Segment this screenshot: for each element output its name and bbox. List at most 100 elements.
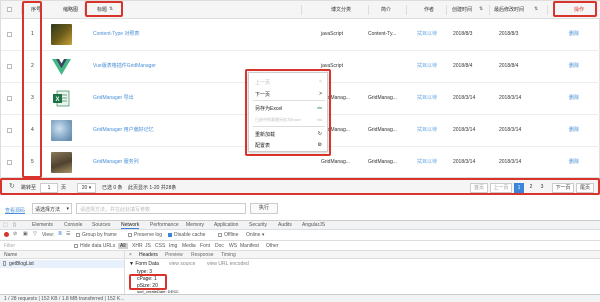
row-checkbox[interactable] <box>7 160 12 165</box>
request-name[interactable]: getBlogList <box>9 261 34 267</box>
form-data-section[interactable]: ▼ Form Data <box>129 261 159 267</box>
tab-memory[interactable]: Memory <box>186 222 204 228</box>
tab-angularjs[interactable]: AngularJS <box>302 222 325 228</box>
hide-urls-label: Hide data URLs <box>80 243 116 249</box>
inspect-icon[interactable]: ⬚ <box>3 222 8 228</box>
request-list: Name getBlogList <box>0 251 125 294</box>
row-checkbox[interactable] <box>7 128 12 133</box>
row-title[interactable]: GridManager 导出 <box>93 95 134 102</box>
record-icon[interactable] <box>4 232 9 237</box>
column-modified: 最后修改时间 <box>494 7 525 13</box>
tab-preview[interactable]: Preview <box>165 252 183 258</box>
tab-application[interactable]: Application <box>214 222 238 228</box>
tab-performance[interactable]: Performance <box>150 222 179 228</box>
context-menu-highlight <box>245 69 331 156</box>
thumbnail-image <box>51 152 72 173</box>
row-author[interactable]: 拭目以待 <box>417 31 437 38</box>
filter-media[interactable]: Media <box>182 243 196 249</box>
row-author[interactable]: 拭目以待 <box>417 127 437 134</box>
form-data-highlight <box>129 274 167 290</box>
list-view-icon[interactable]: ≣ <box>58 231 62 237</box>
view-source-link[interactable]: 查看源码 <box>5 207 25 214</box>
row-title[interactable]: GridManager 用户偏好记忆 <box>93 127 154 134</box>
column-intro: 简介 <box>381 7 392 13</box>
row-category: javaScript <box>321 31 343 37</box>
table-row[interactable]: 1 Content-Type 对照表 javaScript Content-Ty… <box>1 19 600 51</box>
filter-all[interactable]: All <box>118 243 128 249</box>
disable-cache-checkbox[interactable] <box>168 233 172 237</box>
delete-link[interactable]: 删除 <box>569 31 579 38</box>
row-title[interactable]: GridManager 服务列 <box>93 159 139 166</box>
select-all-checkbox[interactable] <box>7 7 12 12</box>
sort-created-icon[interactable]: ⇅ <box>479 6 483 12</box>
excel-thumbnail-image: X <box>51 88 72 109</box>
clear-icon[interactable]: ⊘ <box>13 231 17 237</box>
thumbnail-image <box>51 120 72 141</box>
pagination-highlight <box>0 178 600 195</box>
filter-doc[interactable]: Doc <box>215 243 224 249</box>
row-modified: 2018/3/14 <box>499 95 522 101</box>
tab-sources[interactable]: Sources <box>92 222 110 228</box>
row-author[interactable]: 拭目以待 <box>417 63 437 70</box>
row-title[interactable]: Content-Type 对照表 <box>93 31 139 38</box>
execute-button[interactable]: 执行 <box>250 203 278 214</box>
method-select[interactable]: 请选择方法 ▾ <box>32 203 72 214</box>
device-icon[interactable]: ▯ <box>13 222 16 228</box>
camera-icon[interactable]: ▣ <box>23 231 28 237</box>
row-checkbox[interactable] <box>7 96 12 101</box>
delete-link[interactable]: 删除 <box>569 159 579 166</box>
waterfall-icon[interactable]: ☰ <box>66 231 70 237</box>
svg-text:X: X <box>55 97 59 103</box>
tab-headers[interactable]: Headers <box>139 252 158 258</box>
delete-link[interactable]: 删除 <box>569 95 579 102</box>
params-input[interactable]: 请选择方法，并在此处填写参数 <box>76 203 246 214</box>
delete-link[interactable]: 删除 <box>569 127 579 134</box>
filter-xhr[interactable]: XHR <box>132 243 143 249</box>
view-source-toggle[interactable]: view source <box>169 261 195 267</box>
row-checkbox[interactable] <box>7 32 12 37</box>
hide-urls-checkbox[interactable] <box>74 244 78 248</box>
filter-css[interactable]: CSS <box>155 243 165 249</box>
row-modified: 2018/3/14 <box>499 159 522 165</box>
tab-response[interactable]: Response <box>191 252 214 258</box>
row-modified: 2018/8/4 <box>499 63 519 69</box>
row-author[interactable]: 拭目以待 <box>417 95 437 102</box>
row-created: 2018/8/3 <box>453 31 473 37</box>
delete-link[interactable]: 删除 <box>569 63 579 70</box>
filter-icon[interactable]: ▽ <box>33 231 37 237</box>
tab-console[interactable]: Console <box>64 222 82 228</box>
tab-elements[interactable]: Elements <box>32 222 53 228</box>
tab-timing[interactable]: Timing <box>221 252 236 258</box>
view-label: View: <box>42 232 55 238</box>
row-category: GridManag... <box>321 159 350 165</box>
column-author: 作者 <box>424 7 435 13</box>
request-row[interactable]: getBlogList <box>0 260 124 268</box>
sort-modified-icon[interactable]: ⇅ <box>534 6 538 12</box>
request-detail-panel: × Headers Preview Response Timing ▼ Form… <box>125 251 600 294</box>
tab-security[interactable]: Security <box>249 222 267 228</box>
column-category: 博文分类 <box>331 7 352 13</box>
column-thumbnail: 缩略图 <box>63 7 79 13</box>
filter-js[interactable]: JS <box>145 243 151 249</box>
tab-audits[interactable]: Audits <box>278 222 292 228</box>
throttle-select[interactable]: Online ▾ <box>246 232 264 238</box>
row-intro: Content-Ty... <box>368 31 397 37</box>
filter-font[interactable]: Font <box>200 243 210 249</box>
filter-input[interactable]: Filter <box>4 243 15 249</box>
tab-network[interactable]: Network <box>121 222 140 229</box>
row-author[interactable]: 拭目以待 <box>417 159 437 166</box>
group-frame-checkbox[interactable] <box>76 233 80 237</box>
row-title[interactable]: Vue版表格插件GridManager <box>93 63 156 70</box>
action-column-highlight <box>553 1 597 17</box>
row-checkbox[interactable] <box>7 64 12 69</box>
filter-other[interactable]: Other <box>266 243 279 249</box>
thumbnail-image <box>51 24 72 45</box>
close-icon[interactable]: × <box>129 252 132 258</box>
filter-img[interactable]: Img <box>169 243 177 249</box>
preserve-log-checkbox[interactable] <box>128 233 132 237</box>
title-sort-highlight <box>85 1 123 17</box>
offline-checkbox[interactable] <box>218 233 222 237</box>
filter-ws[interactable]: WS <box>229 243 237 249</box>
filter-manifest[interactable]: Manifest <box>240 243 259 249</box>
view-url-encoded-toggle[interactable]: view URL encoded <box>207 261 249 267</box>
